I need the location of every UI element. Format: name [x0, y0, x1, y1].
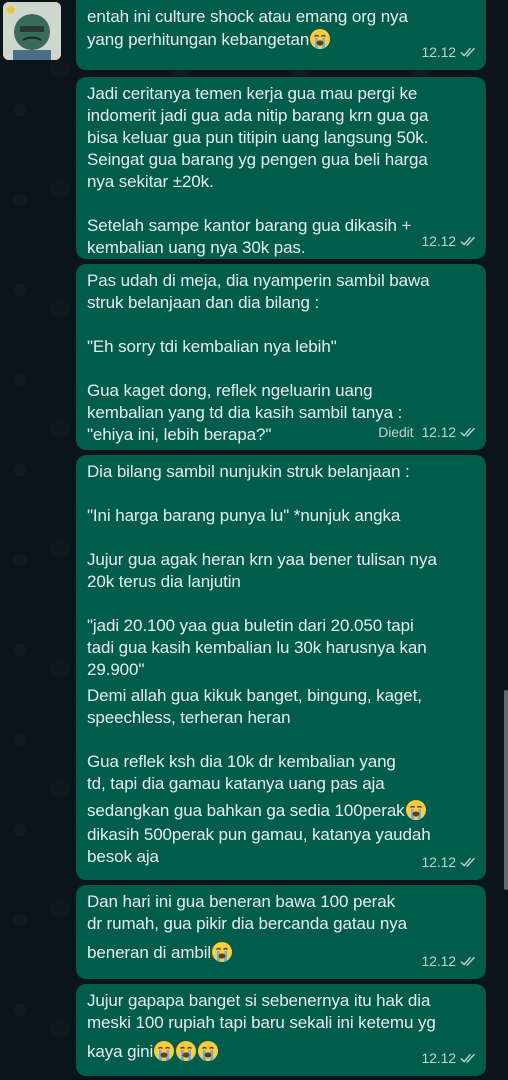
message-text: Pas udah di meja, dia nyamperin sambil b…: [87, 271, 430, 312]
message-time: 12.12: [421, 44, 456, 60]
message-text: Jujur gua agak heran krn yaa bener tulis…: [87, 550, 437, 591]
message-text: Jujur gapapa banget si sebenernya itu ha…: [87, 991, 436, 1032]
double-check-icon: [460, 1052, 476, 1064]
message-text: Jadi ceritanya temen kerja gua mau pergi…: [87, 84, 429, 191]
message-text: kaya gini: [87, 1042, 154, 1061]
message-text: dikasih 500perak pun gamau, katanya yaud…: [87, 825, 431, 866]
message-text: Setelah sampe kantor barang gua dikasih …: [87, 216, 412, 257]
crying-face-icon: [405, 799, 427, 821]
message-text: "Eh sorry tdi kembalian nya lebih": [87, 337, 337, 356]
message-meta: 12.12: [421, 1047, 476, 1069]
message-text: "Ini harga barang punya lu" *nunjuk angk…: [87, 506, 401, 525]
message-text: Demi allah gua kikuk banget, bingung, ka…: [87, 686, 422, 727]
double-check-icon: [460, 955, 476, 967]
crying-face-icon: [211, 941, 233, 963]
crying-face-icon: [309, 28, 331, 50]
avatar-image: [3, 2, 61, 60]
message-meta: 12.12: [421, 950, 476, 972]
message-meta: 12.12: [421, 851, 476, 873]
message-text: "jadi 20.100 yaa gua buletin dari 20.050…: [87, 616, 427, 679]
message-text: yang perhitungan kebangetan: [87, 30, 310, 49]
message-text: Dia bilang sambil nunjukin struk belanja…: [87, 462, 410, 481]
message-time: 12.12: [421, 1050, 456, 1066]
crying-face-icon: [197, 1040, 219, 1062]
message-bubble[interactable]: Dan hari ini gua beneran bawa 100 perak …: [76, 885, 486, 979]
message-time: 12.12: [421, 854, 456, 870]
avatar[interactable]: [3, 2, 61, 60]
message-bubble[interactable]: Dia bilang sambil nunjukin struk belanja…: [76, 455, 486, 880]
message-bubble[interactable]: Jadi ceritanya temen kerja gua mau pergi…: [76, 77, 486, 259]
message-time: 12.12: [421, 424, 456, 440]
message-bubble[interactable]: Pas udah di meja, dia nyamperin sambil b…: [76, 264, 486, 450]
scrollbar-thumb[interactable]: [504, 690, 508, 890]
crying-face-icon: [153, 1040, 175, 1062]
message-bubble[interactable]: Jujur gapapa banget si sebenernya itu ha…: [76, 984, 486, 1076]
message-text: Gua reflek ksh dia 10k dr kembalian yang…: [87, 752, 396, 793]
message-text: beneran di ambil: [87, 943, 212, 962]
message-time: 12.12: [421, 233, 456, 249]
double-check-icon: [460, 856, 476, 868]
message-text: sedangkan gua bahkan ga sedia 100perak: [87, 801, 405, 820]
message-meta: Diedit 12.12: [378, 421, 476, 443]
message-bubble[interactable]: entah ini culture shock atau emang org n…: [76, 0, 486, 70]
message-meta: 12.12: [421, 230, 476, 252]
message-text: Dan hari ini gua beneran bawa 100 perak …: [87, 892, 407, 933]
message-time: 12.12: [421, 953, 456, 969]
edited-label: Diedit: [378, 424, 414, 440]
double-check-icon: [460, 235, 476, 247]
message-text: entah ini culture shock atau emang org n…: [87, 7, 408, 26]
double-check-icon: [460, 46, 476, 58]
double-check-icon: [460, 426, 476, 438]
message-meta: 12.12: [421, 41, 476, 63]
crying-face-icon: [175, 1040, 197, 1062]
